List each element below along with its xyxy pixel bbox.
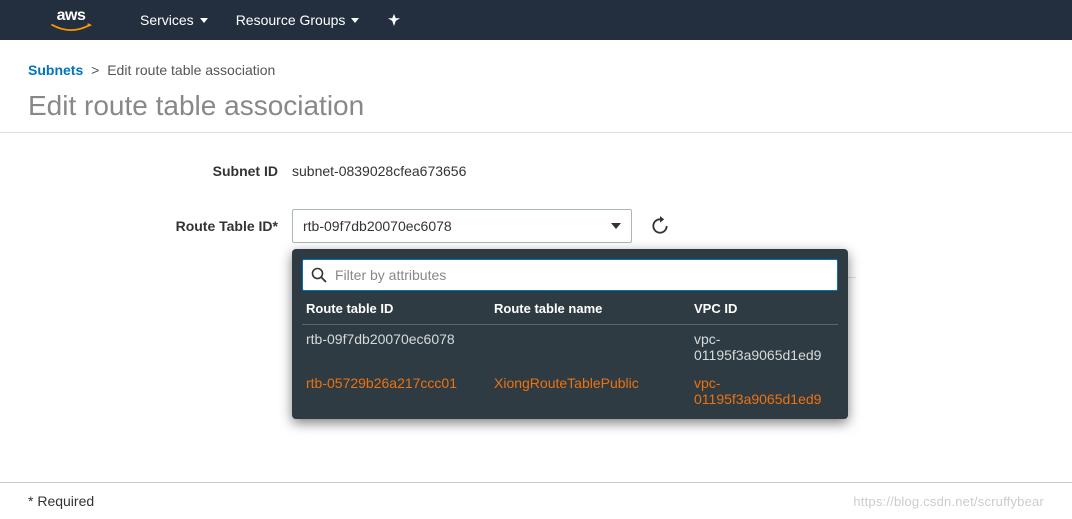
route-table-id-label: Route Table ID*: [28, 218, 292, 234]
route-table-dropdown: Route table ID Route table name VPC ID r…: [292, 249, 848, 419]
dropdown-cell-route-table-name: [494, 331, 694, 363]
chevron-down-icon: [200, 18, 208, 23]
required-note: * Required: [28, 493, 94, 509]
dropdown-cell-route-table-name: XiongRouteTablePublic: [494, 375, 694, 407]
search-icon: [311, 267, 327, 283]
dropdown-search: [302, 259, 838, 291]
dropdown-cell-vpc-id: vpc-01195f3a9065d1ed9: [694, 331, 834, 363]
breadcrumb: Subnets > Edit route table association: [0, 40, 1072, 90]
refresh-icon: [650, 216, 670, 236]
nav-services[interactable]: Services: [140, 12, 208, 28]
breadcrumb-separator: >: [91, 62, 99, 78]
dropdown-row[interactable]: rtb-05729b26a217ccc01 XiongRouteTablePub…: [302, 369, 838, 413]
nav-services-label: Services: [140, 12, 194, 28]
aws-logo[interactable]: aws: [50, 7, 92, 33]
footer-bar: * Required https://blog.csdn.net/scruffy…: [0, 482, 1072, 519]
chevron-down-icon: [351, 18, 359, 23]
dropdown-cell-route-table-id: rtb-05729b26a217ccc01: [306, 375, 494, 407]
page-title: Edit route table association: [0, 90, 1072, 133]
dropdown-header-route-table-id: Route table ID: [306, 301, 494, 316]
dropdown-cell-route-table-id: rtb-09f7db20070ec6078: [306, 331, 494, 363]
dropdown-header-vpc-id: VPC ID: [694, 301, 834, 316]
dropdown-search-input[interactable]: [335, 267, 829, 283]
breadcrumb-root-link[interactable]: Subnets: [28, 62, 83, 78]
dropdown-header-route-table-name: Route table name: [494, 301, 694, 316]
nav-resource-groups[interactable]: Resource Groups: [236, 12, 360, 28]
route-table-select[interactable]: rtb-09f7db20070ec6078: [292, 209, 632, 243]
refresh-button[interactable]: [646, 212, 674, 240]
dropdown-cell-vpc-id: vpc-01195f3a9065d1ed9: [694, 375, 834, 407]
nav-resource-groups-label: Resource Groups: [236, 12, 346, 28]
pin-icon[interactable]: [387, 13, 401, 27]
subnet-id-value: subnet-0839028cfea673656: [292, 163, 466, 179]
route-table-selected-value: rtb-09f7db20070ec6078: [303, 218, 452, 234]
dropdown-header-row: Route table ID Route table name VPC ID: [302, 291, 838, 325]
breadcrumb-current: Edit route table association: [107, 62, 275, 78]
route-table-id-row: Route Table ID* rtb-09f7db20070ec6078: [28, 209, 1044, 243]
subnet-id-label: Subnet ID: [28, 163, 292, 179]
route-table-select-wrap: rtb-09f7db20070ec6078: [292, 209, 674, 243]
subnet-id-row: Subnet ID subnet-0839028cfea673656: [28, 163, 1044, 179]
aws-smile-icon: [50, 23, 92, 33]
chevron-down-icon: [611, 223, 621, 229]
top-nav: aws Services Resource Groups: [0, 0, 1072, 40]
dropdown-row[interactable]: rtb-09f7db20070ec6078 vpc-01195f3a9065d1…: [302, 325, 838, 369]
form-area: Subnet ID subnet-0839028cfea673656 Route…: [0, 133, 1072, 243]
watermark: https://blog.csdn.net/scruffybear: [853, 494, 1044, 509]
